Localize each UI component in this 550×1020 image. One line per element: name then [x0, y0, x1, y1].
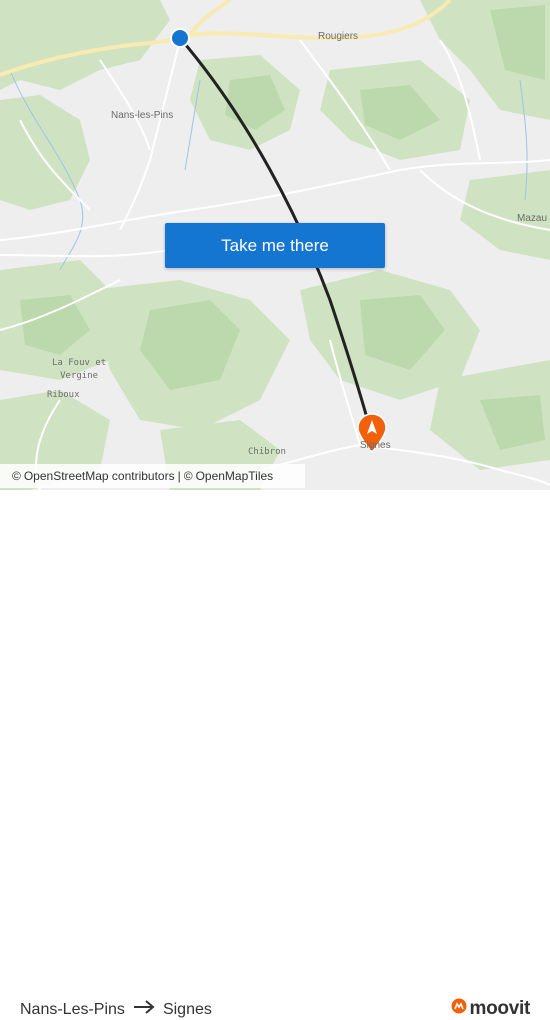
- place-label-la-fouv-line1: La Fouv et: [52, 358, 107, 368]
- take-me-there-button[interactable]: Take me there: [165, 223, 385, 268]
- origin-label: Nans-Les-Pins: [20, 1000, 125, 1018]
- osm-attribution-link[interactable]: OpenStreetMap contributors: [24, 469, 175, 483]
- moovit-logo-icon: [451, 998, 467, 1020]
- place-label-la-fouv-line2: Vergine: [60, 371, 99, 381]
- place-label-signes: Signes: [360, 440, 391, 451]
- right-arrow-icon: [133, 1000, 155, 1019]
- footer-bar: Nans-Les-Pins Signes moovit: [0, 490, 550, 1019]
- origin-dot-icon[interactable]: [172, 30, 188, 46]
- main-road-branch: [188, 0, 232, 37]
- moovit-logo[interactable]: moovit: [451, 998, 530, 1020]
- copyright-symbol-2: ©: [183, 469, 193, 483]
- place-label-la-fouv-et-vergine: La Fouv et Vergine: [52, 357, 106, 383]
- place-label-nans-les-pins: Nans-les-Pins: [111, 110, 174, 121]
- openmaptiles-attribution-link[interactable]: OpenMapTiles: [196, 469, 274, 483]
- moovit-logo-text: moovit: [469, 998, 531, 1019]
- place-label-chibron: Chibron: [248, 447, 286, 457]
- route-summary: Nans-Les-Pins Signes: [20, 1000, 212, 1019]
- place-label-rougiers: Rougiers: [318, 31, 359, 42]
- copyright-symbol: ©: [12, 469, 21, 483]
- attribution-separator: |: [177, 469, 181, 483]
- place-label-riboux: Riboux: [47, 390, 80, 400]
- map-attribution: © OpenStreetMap contributors | © OpenMap…: [0, 464, 305, 488]
- place-label-mazaugues: Mazau: [517, 213, 548, 224]
- map-view[interactable]: Rougiers Nans-les-Pins Mazau La Fouv et …: [0, 0, 550, 490]
- destination-label: Signes: [162, 1000, 212, 1018]
